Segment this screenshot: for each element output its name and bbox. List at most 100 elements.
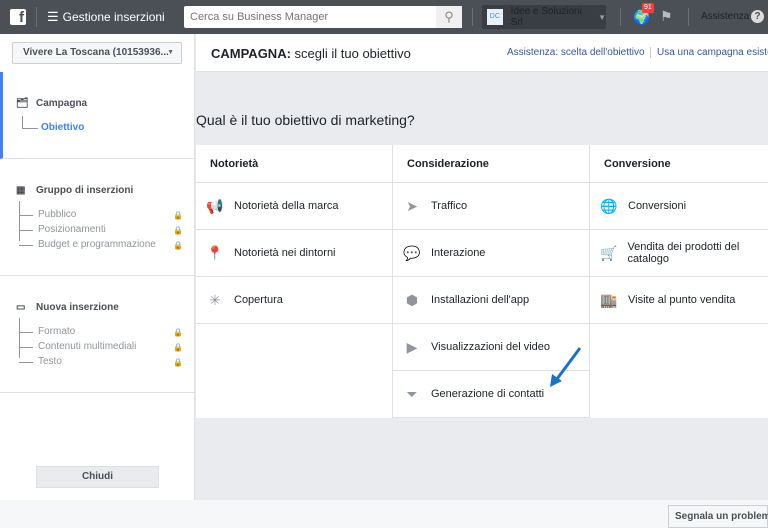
objective-icon: 💬 (403, 244, 421, 261)
sidebar-section-adset: ▦ Gruppo di inserzioni Pubblico Posiziona… (0, 159, 195, 276)
objective-icon: ⬢ (405, 291, 419, 308)
divider (688, 8, 689, 26)
section-title: Gruppo di inserzioni (36, 185, 134, 196)
chevron-down-icon: ▼ (598, 12, 606, 22)
objective-help-link[interactable]: Assistenza: scelta dell'obiettivo (507, 47, 645, 58)
objective-icon: 🛒 (600, 244, 618, 261)
tree-line (19, 215, 33, 216)
objective-label: Copertura (234, 294, 283, 306)
menu-icon[interactable]: ☰ (47, 9, 59, 25)
lock-icon: 🔒 (173, 211, 183, 220)
tree-line (22, 116, 23, 128)
tree-line (19, 362, 33, 363)
objective-grid: Notorietà 📢 Notorietà della marca 📍 Notoriet… (196, 145, 768, 418)
sidebar-item-audience[interactable]: Pubblico (38, 209, 76, 220)
folder-check-icon: 🗂 (16, 98, 29, 109)
help-icon[interactable]: ? (751, 10, 764, 23)
ad-account-label: Vivere La Toscana (10153936... (23, 47, 169, 58)
title-text: scegli il tuo obiettivo (290, 46, 411, 61)
objective-option[interactable]: 💬 Interazione (393, 230, 589, 277)
section-title: Nuova inserzione (36, 302, 119, 313)
objective-option[interactable]: ⬢ Installazioni dell'app (393, 277, 589, 324)
use-existing-campaign-link[interactable]: Usa una campagna esistente (650, 47, 768, 58)
monitor-icon: ▭ (16, 302, 26, 313)
search-icon[interactable]: ⚲ (436, 6, 462, 28)
objective-label: Notorietà della marca (234, 200, 339, 212)
tree-line (22, 128, 38, 129)
divider (472, 8, 473, 26)
lock-icon: 🔒 (173, 241, 183, 250)
search-input[interactable] (184, 6, 436, 28)
app-title[interactable]: Gestione inserzioni (63, 10, 165, 24)
objective-icon: ✳ (209, 291, 221, 308)
objective-icon: ➤ (406, 197, 418, 214)
objective-icon: ▶ (406, 338, 418, 355)
sidebar-item-placements[interactable]: Posizionamenti (38, 224, 106, 235)
pointer-arrow-icon (550, 347, 582, 387)
objective-option[interactable]: ➤ Traffico (393, 183, 589, 230)
divider (620, 8, 621, 26)
page-title: CAMPAGNA: scegli il tuo obiettivo (211, 46, 411, 61)
tree-line (19, 201, 20, 241)
sidebar-item-budget[interactable]: Budget e programmazione (38, 239, 156, 250)
sidebar: Vivere La Toscana (10153936... ▼ 🗂 Campagn… (0, 34, 195, 500)
section-title: Campagna (36, 98, 88, 109)
sidebar-item-campaign[interactable]: 🗂 Campagna (16, 98, 87, 109)
objective-question: Qual è il tuo obiettivo di marketing? (196, 112, 415, 128)
objective-icon: 📢 (206, 197, 224, 214)
objective-label: Interazione (431, 247, 486, 259)
lock-icon: 🔒 (173, 328, 183, 337)
objective-label: Notorietà nei dintorni (234, 247, 336, 259)
objective-option[interactable]: ✳ Copertura (196, 277, 392, 324)
search-box: ⚲ (184, 6, 462, 28)
tree-line (19, 230, 33, 231)
sidebar-item-format[interactable]: Formato (38, 326, 75, 337)
objective-option[interactable]: 🏬 Visite al punto vendita (590, 277, 768, 324)
column-header: Considerazione (393, 145, 589, 183)
sidebar-item-objective[interactable]: Obiettivo (41, 122, 84, 133)
lock-icon: 🔒 (173, 358, 183, 367)
objective-label: Visualizzazioni del video (431, 341, 551, 353)
tree-line (19, 347, 33, 348)
title-prefix: CAMPAGNA: (211, 46, 291, 61)
account-avatar: DC (487, 9, 503, 25)
objective-label: Conversioni (628, 200, 687, 212)
account-name: Idee e Soluzioni Srl (510, 6, 582, 28)
sidebar-item-adset[interactable]: ▦ Gruppo di inserzioni (16, 185, 133, 196)
sidebar-item-ad[interactable]: ▭ Nuova inserzione (16, 302, 119, 313)
account-switcher[interactable]: DC Idee e Soluzioni Srl ▼ (482, 5, 606, 29)
sidebar-item-media[interactable]: Contenuti multimediali (38, 341, 136, 352)
tree-line (19, 318, 20, 358)
column-header: Notorietà (196, 145, 392, 183)
close-button[interactable]: Chiudi (36, 466, 159, 488)
objective-label: Traffico (431, 200, 468, 212)
objective-option[interactable]: 🌐 Conversioni (590, 183, 768, 230)
chevron-down-icon: ▼ (167, 49, 174, 56)
flag-icon[interactable]: ⚑ (660, 8, 673, 25)
objective-label: Installazioni dell'app (431, 294, 530, 306)
objective-icon: 📍 (206, 244, 224, 261)
objective-label: Visite al punto vendita (628, 294, 736, 306)
report-problem-button[interactable]: Segnala un problema (668, 505, 768, 528)
objective-column: Notorietà 📢 Notorietà della marca 📍 Notoriet… (196, 145, 393, 418)
sidebar-section-campaign: 🗂 Campagna Obiettivo (0, 72, 195, 159)
grid-icon: ▦ (16, 185, 26, 196)
objective-option[interactable]: 🛒 Vendita dei prodotti del catalogo (590, 230, 768, 277)
column-header: Conversione (590, 145, 768, 183)
ad-account-select[interactable]: Vivere La Toscana (10153936... ▼ (12, 42, 182, 64)
divider (36, 7, 37, 27)
lock-icon: 🔒 (173, 226, 183, 235)
facebook-logo[interactable]: f (10, 9, 26, 25)
objective-column: Conversione 🌐 Conversioni 🛒 Vendita dei prod… (590, 145, 768, 418)
objective-label: Vendita dei prodotti del catalogo (627, 241, 740, 265)
tree-line (19, 332, 33, 333)
lock-icon: 🔒 (173, 343, 183, 352)
objective-icon: ⏷ (406, 385, 418, 402)
sidebar-item-text[interactable]: Testo (38, 356, 62, 367)
objective-option[interactable]: 📢 Notorietà della marca (196, 183, 392, 230)
objective-option[interactable]: 📍 Notorietà nei dintorni (196, 230, 392, 277)
help-link[interactable]: Assistenza (701, 11, 749, 22)
notification-badge: 91 (642, 3, 654, 13)
objective-label: Generazione di contatti (431, 388, 545, 400)
page-header: CAMPAGNA: scegli il tuo obiettivo Assist… (196, 34, 768, 72)
